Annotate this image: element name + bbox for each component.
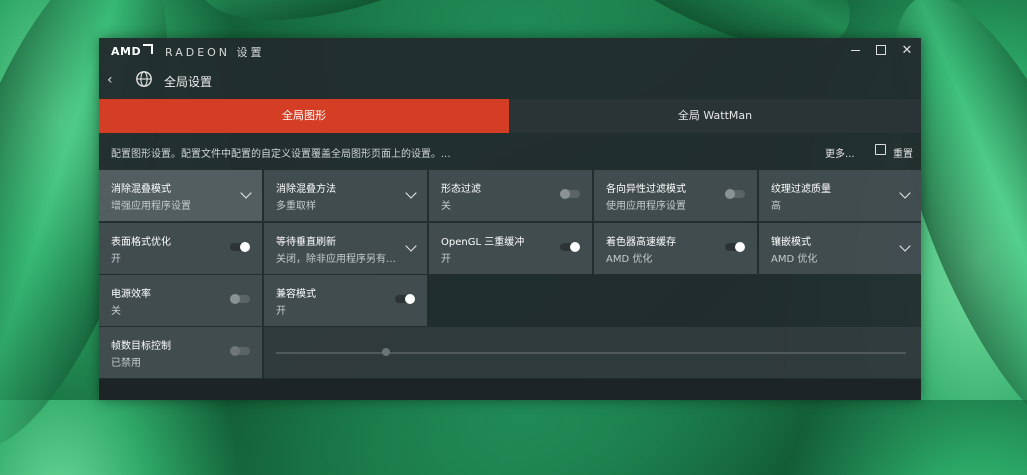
setting-title: 消除混叠方法 bbox=[276, 184, 336, 195]
info-description: 配置图形设置。配置文件中配置的自定义设置覆盖全局图形页面上的设置。... bbox=[111, 149, 451, 160]
setting-value: 使用应用程序设置 bbox=[606, 201, 686, 212]
setting-title: 表面格式优化 bbox=[111, 237, 171, 248]
tab-global-graphics[interactable]: 全局图形 bbox=[99, 99, 509, 133]
setting-title: 帧数目标控制 bbox=[111, 341, 171, 352]
setting-value: 已禁用 bbox=[111, 358, 141, 369]
toggle-switch[interactable] bbox=[560, 242, 580, 252]
frame-rate-slider-thumb[interactable] bbox=[382, 348, 390, 356]
chevron-down-icon[interactable] bbox=[899, 240, 911, 252]
setting-title: 镶嵌模式 bbox=[771, 237, 811, 248]
setting-title: 形态过滤 bbox=[441, 184, 481, 195]
back-arrow-icon[interactable]: ‹ bbox=[107, 72, 113, 88]
setting-morphological-filtering[interactable]: 形态过滤 关 bbox=[429, 170, 592, 221]
setting-value: 多重取样 bbox=[276, 201, 316, 212]
more-link[interactable]: 更多... bbox=[825, 145, 855, 160]
setting-anisotropic-filtering[interactable]: 各向异性过滤模式 使用应用程序设置 bbox=[594, 170, 757, 221]
nav-bar: ‹ 全局设置 bbox=[99, 64, 921, 98]
setting-value: 关 bbox=[111, 306, 121, 317]
setting-wait-for-vsync[interactable]: 等待垂直刷新 关闭，除非应用程序另有… bbox=[264, 223, 427, 274]
setting-power-efficiency[interactable]: 电源效率 关 bbox=[99, 275, 262, 326]
setting-value: AMD 优化 bbox=[606, 254, 653, 265]
reset-icon[interactable] bbox=[875, 144, 886, 155]
setting-title: 电源效率 bbox=[111, 289, 151, 300]
setting-surface-format-optimization[interactable]: 表面格式优化 开 bbox=[99, 223, 262, 274]
setting-title: OpenGL 三重缓冲 bbox=[441, 237, 525, 248]
chevron-down-icon[interactable] bbox=[405, 187, 417, 199]
toggle-switch[interactable] bbox=[230, 294, 250, 304]
toggle-switch[interactable] bbox=[560, 189, 580, 199]
setting-opengl-triple-buffering[interactable]: OpenGL 三重缓冲 开 bbox=[429, 223, 592, 274]
reset-button[interactable]: 重置 bbox=[893, 145, 913, 160]
setting-value: 增强应用程序设置 bbox=[111, 201, 191, 212]
tab-global-wattman[interactable]: 全局 WattMan bbox=[509, 99, 921, 133]
setting-frame-rate-target-control[interactable]: 帧数目标控制 已禁用 bbox=[99, 327, 262, 378]
page-title: 全局设置 bbox=[164, 75, 213, 89]
toggle-switch[interactable] bbox=[230, 242, 250, 252]
minimize-icon[interactable] bbox=[843, 41, 867, 61]
toggle-switch[interactable] bbox=[725, 242, 745, 252]
setting-anti-aliasing-mode[interactable]: 消除混叠模式 增强应用程序设置 bbox=[99, 170, 262, 221]
setting-value: AMD 优化 bbox=[771, 254, 818, 265]
toggle-switch[interactable] bbox=[230, 346, 250, 356]
setting-value: 开 bbox=[441, 254, 451, 265]
globe-icon bbox=[136, 71, 152, 87]
toggle-switch[interactable] bbox=[725, 189, 745, 199]
title-bar[interactable]: AMD RADEON 设置 ✕ bbox=[99, 38, 921, 64]
amd-logo: AMD bbox=[111, 44, 154, 58]
toggle-switch[interactable] bbox=[395, 294, 415, 304]
setting-title: 着色器高速缓存 bbox=[606, 237, 676, 248]
maximize-icon[interactable] bbox=[869, 41, 893, 61]
radeon-settings-window: AMD RADEON 设置 ✕ ‹ 全局设置 全局图形 全局 WattMan 配… bbox=[99, 38, 921, 400]
setting-title: 各向异性过滤模式 bbox=[606, 184, 686, 195]
chevron-down-icon[interactable] bbox=[240, 187, 252, 199]
info-bar: 配置图形设置。配置文件中配置的自定义设置覆盖全局图形页面上的设置。... 更多.… bbox=[99, 133, 921, 169]
setting-texture-filtering-quality[interactable]: 纹理过滤质量 高 bbox=[759, 170, 921, 221]
close-icon[interactable]: ✕ bbox=[895, 41, 919, 61]
setting-title: 兼容模式 bbox=[276, 289, 316, 300]
setting-value: 高 bbox=[771, 201, 781, 212]
setting-anti-aliasing-method[interactable]: 消除混叠方法 多重取样 bbox=[264, 170, 427, 221]
setting-value: 关闭，除非应用程序另有… bbox=[276, 254, 396, 265]
setting-compatibility-mode[interactable]: 兼容模式 开 bbox=[264, 275, 427, 326]
setting-title: 等待垂直刷新 bbox=[276, 237, 336, 248]
bottom-strip bbox=[99, 379, 921, 400]
frame-rate-slider-area bbox=[264, 327, 921, 378]
setting-title: 消除混叠模式 bbox=[111, 184, 171, 195]
chevron-down-icon[interactable] bbox=[405, 240, 417, 252]
chevron-down-icon[interactable] bbox=[899, 187, 911, 199]
setting-value: 开 bbox=[111, 254, 121, 265]
setting-value: 关 bbox=[441, 201, 451, 212]
setting-value: 开 bbox=[276, 306, 286, 317]
setting-tessellation-mode[interactable]: 镶嵌模式 AMD 优化 bbox=[759, 223, 921, 274]
setting-title: 纹理过滤质量 bbox=[771, 184, 831, 195]
app-title: RADEON 设置 bbox=[165, 46, 265, 59]
setting-shader-cache[interactable]: 着色器高速缓存 AMD 优化 bbox=[594, 223, 757, 274]
frame-rate-slider-track[interactable] bbox=[276, 352, 906, 354]
